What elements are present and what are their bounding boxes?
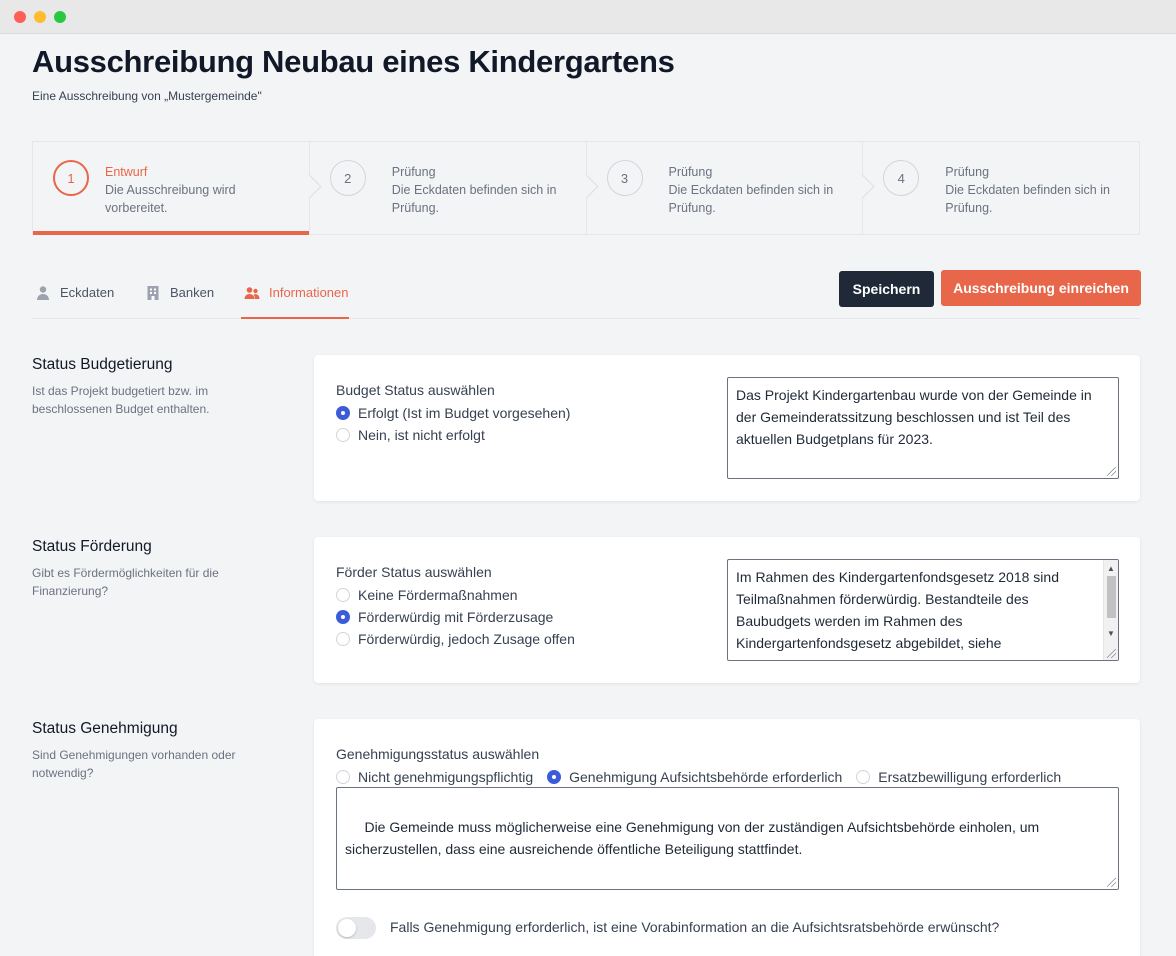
foerderung-notes-textarea[interactable]: Im Rahmen des Kindergartenfondsgesetz 20… (727, 559, 1119, 661)
minimize-window-icon[interactable] (34, 11, 46, 23)
section-description: Ist das Projekt budgetiert bzw. im besch… (32, 384, 210, 416)
radio-label: Förderwürdig, jedoch Zusage offen (358, 631, 575, 647)
building-icon (145, 285, 161, 301)
progress-stepper: 1 Entwurf Die Ausschreibung wird vorbere… (32, 141, 1140, 235)
radio-label: Ersatzbewilligung erforderlich (878, 769, 1062, 785)
step-title: Entwurf (105, 165, 148, 179)
foerder-status-radio-group: Förder Status auswählen Keine Fördermaßn… (336, 564, 575, 650)
users-icon (244, 285, 260, 301)
radio-button[interactable] (336, 632, 350, 646)
radio-label: Nein, ist nicht erfolgt (358, 427, 485, 443)
step-4[interactable]: 4 Prüfung Die Eckdaten befinden sich in … (863, 142, 1139, 234)
budget-card: Budget Status auswählen Erfolgt (Ist im … (314, 355, 1140, 501)
tab-informationen[interactable]: Informationen (241, 281, 349, 319)
radio-option[interactable]: Nicht genehmigungspflichtig (336, 766, 533, 788)
radio-group-legend: Genehmigungsstatus auswählen (336, 746, 540, 762)
section-genehmigung-label: Status Genehmigung Sind Genehmigungen vo… (32, 720, 272, 782)
radio-option[interactable]: Erfolgt (Ist im Budget vorgesehen) (336, 402, 570, 424)
scroll-up-arrow-icon[interactable]: ▲ (1107, 565, 1115, 573)
genehmigung-card: Genehmigungsstatus auswählen Nicht geneh… (314, 719, 1140, 956)
page-title: Ausschreibung Neubau eines Kindergartens (32, 44, 675, 79)
step-description: Die Ausschreibung wird vorbereitet. (105, 183, 236, 215)
close-window-icon[interactable] (14, 11, 26, 23)
section-description: Sind Genehmigungen vorhanden oder notwen… (32, 748, 236, 780)
radio-group-legend: Förder Status auswählen (336, 564, 492, 580)
scroll-down-arrow-icon[interactable]: ▼ (1107, 630, 1115, 638)
step-description: Die Eckdaten befinden sich in Prüfung. (945, 183, 1110, 215)
section-title: Status Förderung (32, 538, 152, 555)
radio-button[interactable] (336, 770, 350, 784)
radio-label: Nicht genehmigungspflichtig (358, 769, 534, 785)
tab-eckdaten[interactable]: Eckdaten (35, 281, 114, 319)
radio-option[interactable]: Förderwürdig mit Förderzusage (336, 606, 575, 628)
step-description: Die Eckdaten befinden sich in Prüfung. (668, 183, 834, 215)
radio-group-legend: Budget Status auswählen (336, 382, 495, 398)
radio-button[interactable] (336, 406, 350, 420)
page-subtitle: Eine Ausschreibung von „Mustergemeinde" (32, 89, 262, 103)
budget-status-radio-group: Budget Status auswählen Erfolgt (Ist im … (336, 382, 570, 446)
resize-handle-icon[interactable] (1107, 649, 1116, 658)
resize-handle-icon[interactable] (1107, 878, 1116, 887)
save-button[interactable]: Speichern (839, 271, 934, 307)
foerderung-card: Förder Status auswählen Keine Fördermaßn… (314, 537, 1140, 683)
resize-handle-icon[interactable] (1107, 467, 1116, 476)
radio-option[interactable]: Nein, ist nicht erfolgt (336, 424, 570, 446)
tab-label: Informationen (269, 285, 349, 300)
genehmigung-status-radio-group: Genehmigungsstatus auswählen Nicht geneh… (336, 746, 1126, 788)
step-3[interactable]: 3 Prüfung Die Eckdaten befinden sich in … (587, 142, 875, 234)
step-number-circle: 1 (53, 160, 89, 196)
user-icon (35, 285, 51, 301)
radio-button[interactable] (336, 610, 350, 624)
vertical-scrollbar[interactable]: ▲ ▼ (1103, 560, 1118, 660)
radio-label: Keine Fördermaßnahmen (358, 587, 518, 603)
maximize-window-icon[interactable] (54, 11, 66, 23)
radio-label: Erfolgt (Ist im Budget vorgesehen) (358, 405, 571, 421)
toggle-label: Falls Genehmigung erforderlich, ist eine… (390, 919, 1000, 935)
radio-button[interactable] (547, 770, 562, 784)
radio-label: Genehmigung Aufsichtsbehörde erforderlic… (569, 769, 843, 785)
toggle-knob (338, 919, 356, 937)
section-foerderung-label: Status Förderung Gibt es Fördermöglichke… (32, 538, 272, 600)
section-description: Gibt es Fördermöglichkeiten für die Fina… (32, 566, 219, 598)
section-title: Status Budgetierung (32, 356, 173, 373)
radio-label: Förderwürdig mit Förderzusage (358, 609, 554, 625)
radio-option[interactable]: Förderwürdig, jedoch Zusage offen (336, 628, 575, 650)
step-number-circle: 3 (606, 160, 643, 196)
textarea-content: Im Rahmen des Kindergartenfondsgesetz 20… (736, 569, 1059, 660)
step-title: Prüfung (391, 165, 436, 179)
step-number-circle: 4 (883, 160, 920, 196)
radio-button[interactable] (336, 428, 350, 442)
radio-button[interactable] (856, 770, 871, 784)
step-title: Prüfung (668, 165, 713, 179)
window-titlebar (0, 0, 1176, 34)
radio-option[interactable]: Genehmigung Aufsichtsbehörde erforderlic… (547, 766, 842, 788)
submit-tender-button[interactable]: Ausschreibung einreichen (941, 270, 1141, 306)
textarea-content: Die Gemeinde muss möglicherweise eine Ge… (345, 819, 1044, 857)
genehmigung-notes-textarea[interactable]: Die Gemeinde muss möglicherweise eine Ge… (336, 787, 1119, 890)
textarea-content: Das Projekt Kindergartenbau wurde von de… (736, 387, 1092, 447)
scrollbar-thumb[interactable] (1107, 576, 1116, 618)
section-budget-label: Status Budgetierung Ist das Projekt budg… (32, 356, 272, 418)
tab-label: Banken (170, 285, 215, 300)
radio-button[interactable] (336, 588, 350, 602)
pre-notification-toggle[interactable] (336, 917, 376, 939)
radio-option[interactable]: Ersatzbewilligung erforderlich (856, 766, 1061, 788)
section-title: Status Genehmigung (32, 720, 178, 737)
step-number-circle: 2 (329, 160, 366, 196)
radio-option[interactable]: Keine Fördermaßnahmen (336, 584, 575, 606)
step-title: Prüfung (945, 165, 990, 179)
step-2[interactable]: 2 Prüfung Die Eckdaten befinden sich in … (310, 142, 599, 234)
budget-notes-textarea[interactable]: Das Projekt Kindergartenbau wurde von de… (727, 377, 1119, 479)
step-1[interactable]: 1 Entwurf Die Ausschreibung wird vorbere… (33, 142, 322, 235)
step-description: Die Eckdaten befinden sich in Prüfung. (391, 183, 557, 215)
tab-banken[interactable]: Banken (145, 281, 214, 319)
tab-label: Eckdaten (60, 285, 115, 300)
